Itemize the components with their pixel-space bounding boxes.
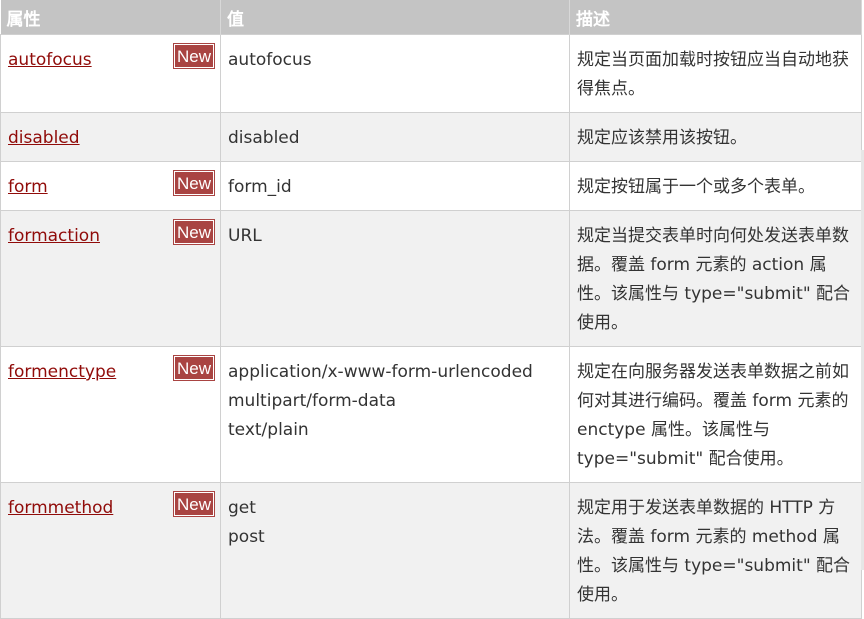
- attribute-reference-table: 属性 值 描述 autofocus New autofocus 规定当页面加载时按钮应…: [0, 0, 862, 619]
- attribute-link[interactable]: formenctype: [8, 362, 116, 382]
- value-cell: disabled: [220, 112, 570, 162]
- attribute-link[interactable]: form: [8, 177, 48, 197]
- attribute-link[interactable]: disabled: [8, 128, 80, 148]
- value-text: multipart/form-data: [228, 391, 397, 411]
- value-cell: get post: [220, 482, 570, 619]
- attribute-cell: disabled: [0, 112, 221, 162]
- new-badge: New: [172, 219, 216, 245]
- attribute-cell: form New: [0, 161, 221, 211]
- value-text: form_id: [228, 177, 292, 197]
- table-row: formmethod New get post 规定用于发送表单数据的 HTTP 方法。…: [0, 482, 862, 619]
- attribute-cell: autofocus New: [0, 34, 221, 113]
- description-cell: 规定当提交表单时向何处发送表单数据。覆盖 form 元素的 action 属性。…: [569, 210, 862, 347]
- table-body: autofocus New autofocus 规定当页面加载时按钮应当自动地获得焦点…: [0, 34, 862, 619]
- table-row: autofocus New autofocus 规定当页面加载时按钮应当自动地获得焦点…: [0, 34, 862, 113]
- value-cell: autofocus: [220, 34, 570, 113]
- description-cell: 规定在向服务器发送表单数据之前如何对其进行编码。覆盖 form 元素的 enct…: [569, 346, 862, 483]
- description-cell: 规定用于发送表单数据的 HTTP 方法。覆盖 form 元素的 method 属…: [569, 482, 862, 619]
- value-cell: form_id: [220, 161, 570, 211]
- value-cell: URL: [220, 210, 570, 347]
- value-text: get: [228, 498, 256, 518]
- value-cell: application/x-www-form-urlencoded multipa…: [220, 346, 570, 483]
- header-attribute: 属性: [0, 0, 221, 35]
- table-row: formenctype New application/x-www-form-url…: [0, 346, 862, 483]
- description-cell: 规定当页面加载时按钮应当自动地获得焦点。: [569, 34, 862, 113]
- attribute-cell: formenctype New: [0, 346, 221, 483]
- header-value: 值: [220, 0, 570, 35]
- value-text: application/x-www-form-urlencoded: [228, 362, 533, 382]
- value-text: URL: [228, 226, 262, 246]
- value-text: post: [228, 527, 265, 547]
- table-row: formaction New URL 规定当提交表单时向何处发送表单数据。覆盖 for…: [0, 210, 862, 347]
- attribute-cell: formaction New: [0, 210, 221, 347]
- attribute-link[interactable]: formaction: [8, 226, 100, 246]
- attribute-link[interactable]: autofocus: [8, 50, 92, 70]
- new-badge: New: [172, 43, 216, 69]
- new-badge: New: [172, 170, 216, 196]
- description-cell: 规定应该禁用该按钮。: [569, 112, 862, 162]
- table-row: disabled disabled 规定应该禁用该按钮。: [0, 112, 862, 162]
- value-text: text/plain: [228, 420, 309, 440]
- attribute-link[interactable]: formmethod: [8, 498, 113, 518]
- description-cell: 规定按钮属于一个或多个表单。: [569, 161, 862, 211]
- new-badge: New: [172, 491, 216, 517]
- header-row: 属性 值 描述: [0, 0, 862, 35]
- value-text: autofocus: [228, 50, 312, 70]
- value-text: disabled: [228, 128, 300, 148]
- header-description: 描述: [569, 0, 862, 35]
- new-badge: New: [172, 355, 216, 381]
- attribute-cell: formmethod New: [0, 482, 221, 619]
- table-row: form New form_id 规定按钮属于一个或多个表单。: [0, 161, 862, 211]
